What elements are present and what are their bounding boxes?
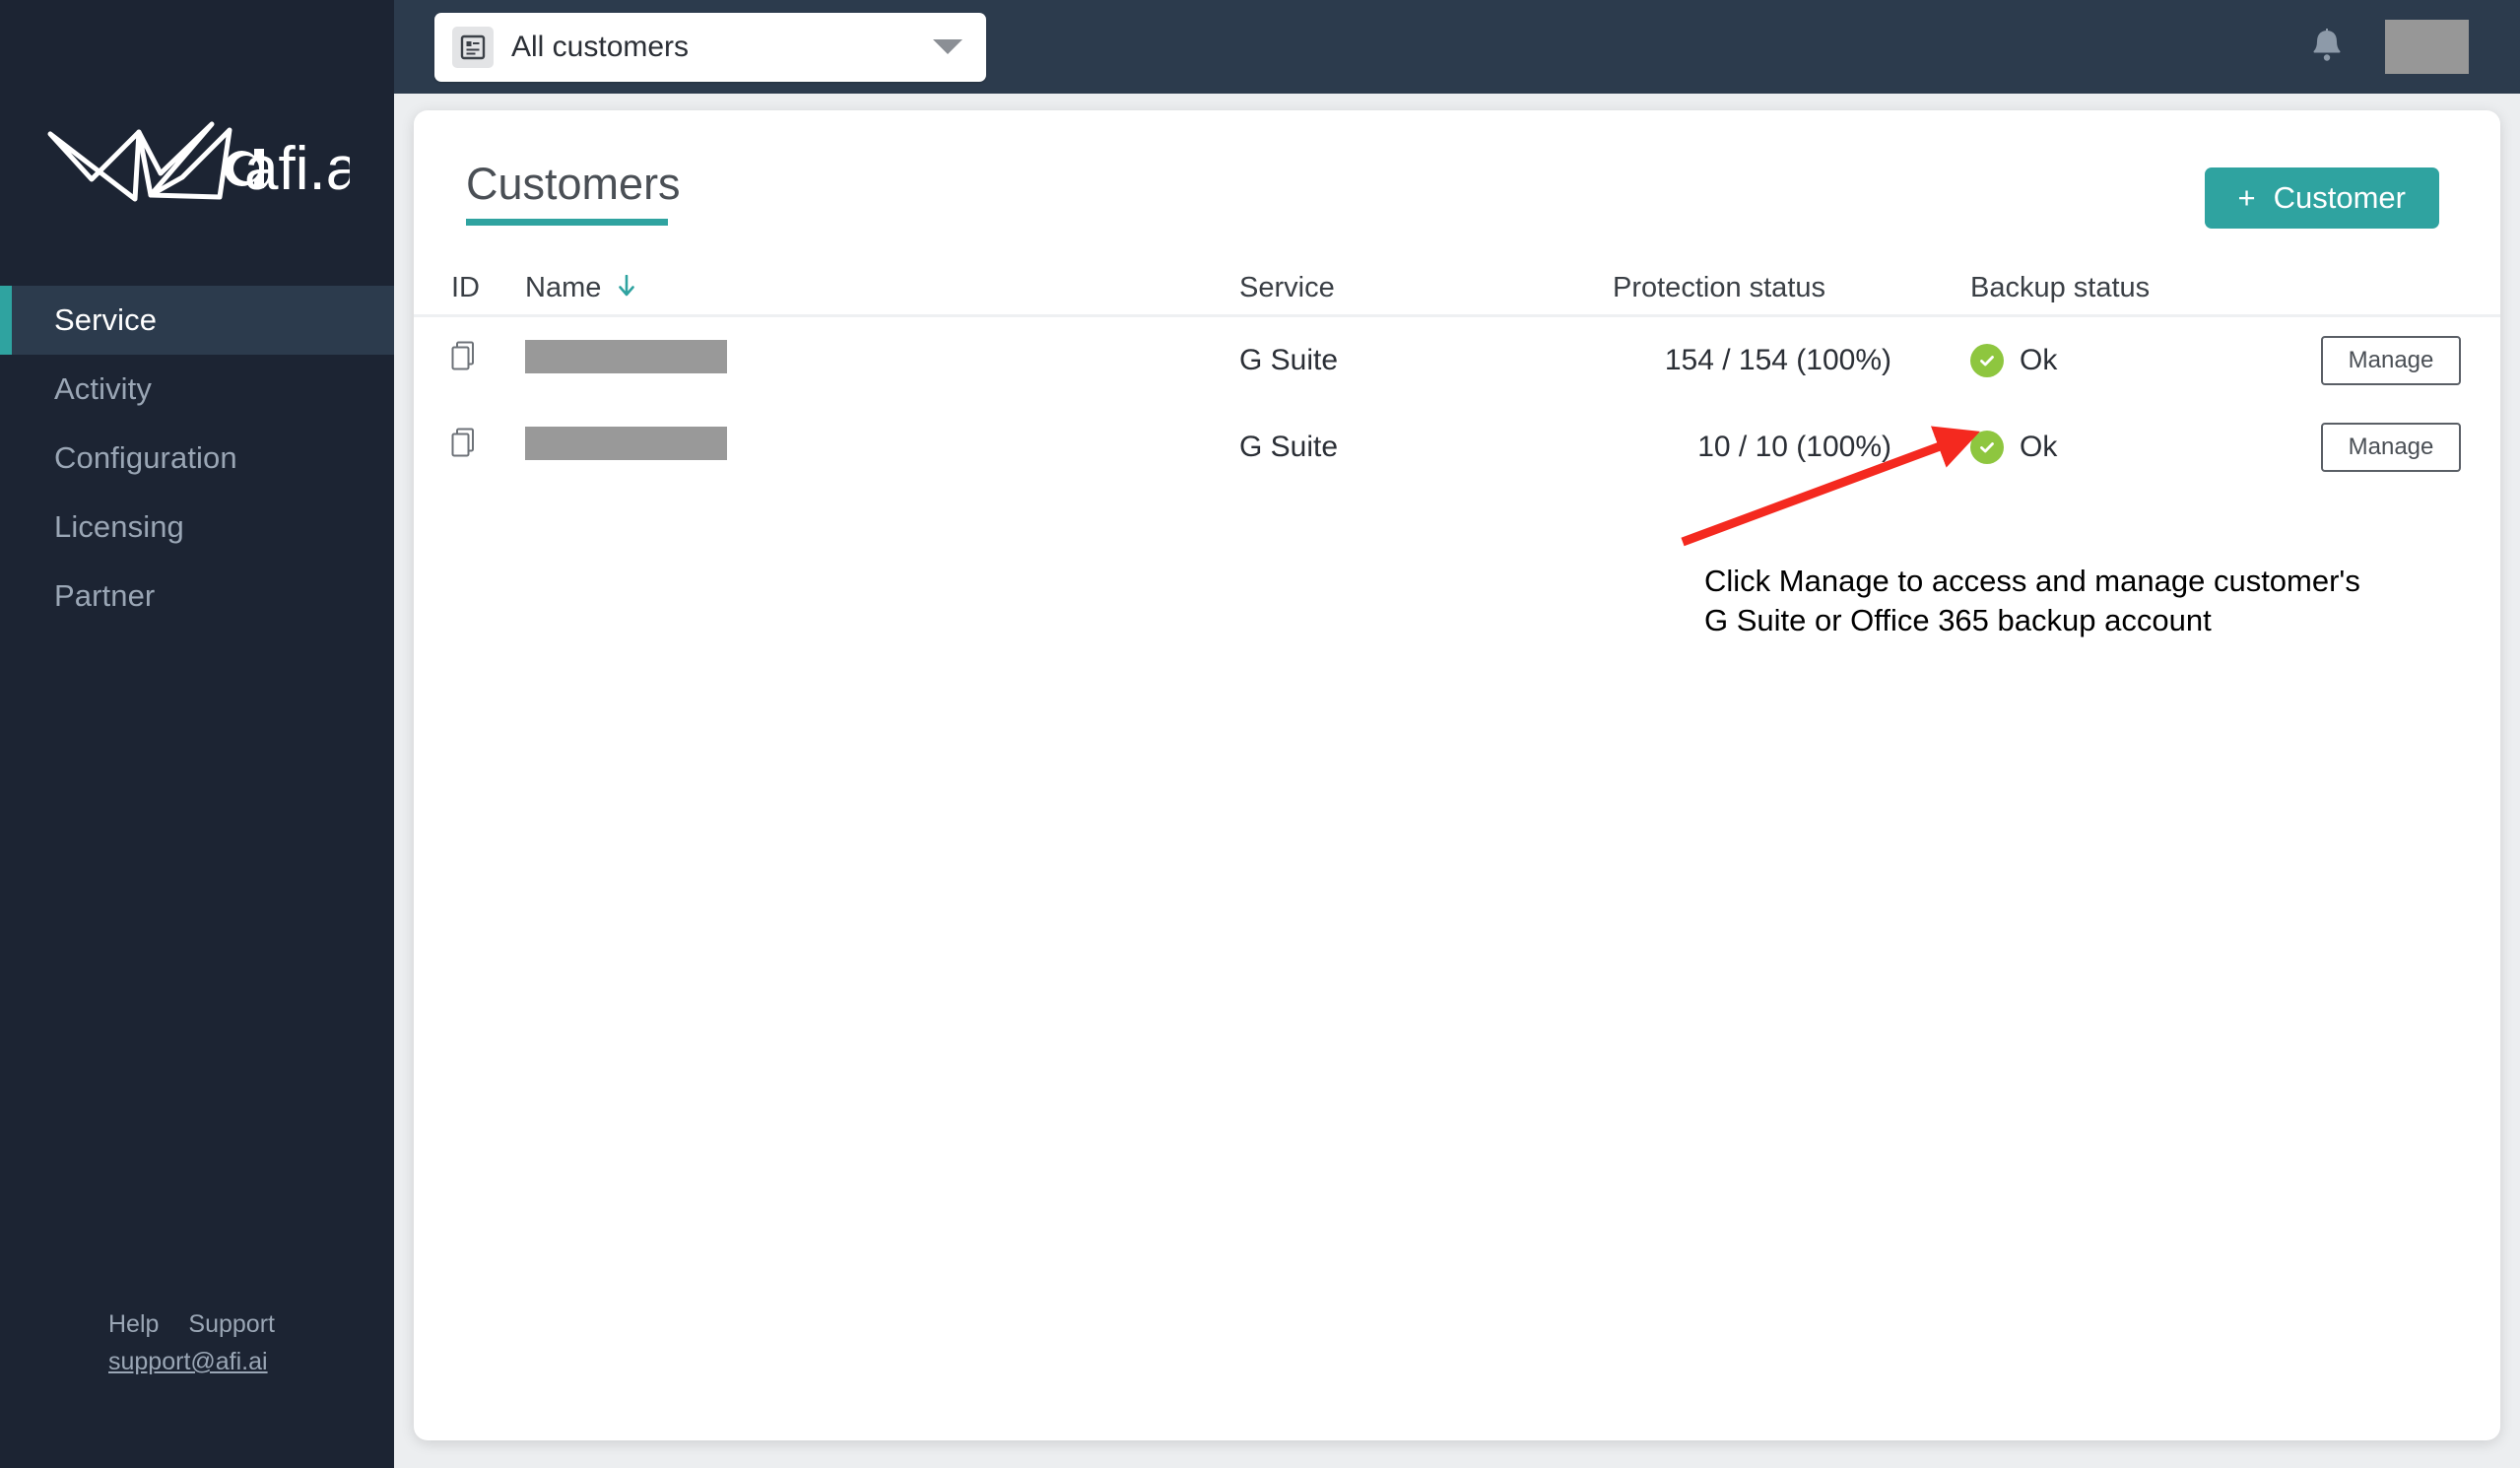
title-underline — [466, 219, 668, 226]
table-row[interactable]: G Suite 10 / 10 (100%) Ok Manage — [414, 404, 2500, 491]
manage-button[interactable]: Manage — [2321, 423, 2461, 472]
row-service-cell: G Suite — [1239, 431, 1339, 463]
redacted-customer-name — [525, 427, 727, 460]
row-protection-status-cell: 10 / 10 (100%) — [1697, 431, 1891, 463]
column-header-name-label: Name — [525, 272, 602, 303]
brand-logo[interactable]: afi.ai — [0, 0, 394, 286]
avatar[interactable] — [2385, 20, 2469, 74]
sidebar-item-partner[interactable]: Partner — [0, 562, 394, 631]
backup-status-label: Ok — [2020, 344, 2058, 376]
sidebar-item-label: Activity — [54, 371, 152, 406]
table-header-row: ID Name Service Protection status Backup… — [414, 262, 2500, 317]
backup-status-label: Ok — [2020, 431, 2058, 463]
chevron-down-icon — [933, 39, 962, 54]
sidebar-nav: Service Activity Configuration Licensing… — [0, 286, 394, 631]
sidebar: afi.ai Service Activity Configuration Li… — [0, 0, 394, 1468]
list-document-icon — [452, 26, 494, 68]
row-backup-status-cell: Ok — [1891, 344, 2256, 377]
afi-ai-logo-icon: afi.ai — [47, 121, 350, 203]
top-bar: All customers — [394, 0, 2520, 94]
svg-text:afi.ai: afi.ai — [244, 135, 350, 203]
column-header-protection-status[interactable]: Protection status — [1586, 272, 1891, 304]
add-customer-button[interactable]: + Customer — [2204, 167, 2439, 229]
row-id-copy-cell[interactable] — [446, 341, 525, 380]
sidebar-item-service[interactable]: Service — [0, 286, 394, 355]
copy-icon — [451, 428, 474, 457]
sidebar-item-label: Licensing — [54, 509, 184, 544]
panel-header: Customers + Customer — [414, 110, 2500, 229]
redacted-customer-name — [525, 340, 727, 373]
sidebar-item-label: Service — [54, 302, 158, 337]
row-backup-status-cell: Ok — [1891, 431, 2256, 464]
row-protection-status-cell: 154 / 154 (100%) — [1664, 344, 1891, 376]
main-content-panel: Customers + Customer ID Name Service Pro… — [414, 110, 2500, 1440]
column-header-service[interactable]: Service — [1239, 272, 1586, 304]
plus-icon: + — [2237, 180, 2256, 215]
help-link[interactable]: Help — [108, 1306, 159, 1342]
row-action-cell: Manage — [2256, 423, 2468, 472]
row-action-cell: Manage — [2256, 336, 2468, 385]
check-circle-icon — [1970, 344, 2004, 377]
customer-filter-value: All customers — [511, 30, 690, 63]
check-circle-icon — [1970, 431, 2004, 464]
table-row[interactable]: G Suite 154 / 154 (100%) Ok Manage — [414, 317, 2500, 404]
bell-icon[interactable] — [2310, 26, 2344, 68]
support-link[interactable]: Support — [188, 1306, 275, 1342]
row-name-cell — [525, 340, 1239, 381]
row-id-copy-cell[interactable] — [446, 428, 525, 467]
customer-filter-dropdown[interactable]: All customers — [434, 12, 986, 82]
column-header-backup-status[interactable]: Backup status — [1891, 272, 2256, 304]
page-title: Customers — [466, 159, 681, 209]
page-title-wrap: Customers — [446, 158, 681, 226]
sidebar-item-label: Configuration — [54, 440, 237, 475]
copy-icon — [451, 341, 474, 370]
arrow-down-icon — [619, 274, 635, 297]
annotation-text: Click Manage to access and manage custom… — [1704, 564, 2360, 637]
sidebar-item-activity[interactable]: Activity — [0, 355, 394, 424]
row-name-cell — [525, 427, 1239, 468]
topbar-right-group — [2310, 20, 2520, 74]
sidebar-footer: Help Support support@afi.ai — [0, 1306, 394, 1468]
sidebar-item-label: Partner — [54, 578, 156, 613]
row-service-cell: G Suite — [1239, 344, 1339, 376]
manage-button[interactable]: Manage — [2321, 336, 2461, 385]
footer-links: Help Support — [108, 1306, 394, 1342]
add-customer-label: Customer — [2273, 180, 2406, 215]
column-header-id[interactable]: ID — [446, 272, 525, 304]
sidebar-item-licensing[interactable]: Licensing — [0, 493, 394, 562]
customers-table: ID Name Service Protection status Backup… — [414, 262, 2500, 491]
column-header-name[interactable]: Name — [525, 272, 1239, 304]
support-email-link[interactable]: support@afi.ai — [108, 1344, 268, 1379]
sidebar-item-configuration[interactable]: Configuration — [0, 424, 394, 493]
